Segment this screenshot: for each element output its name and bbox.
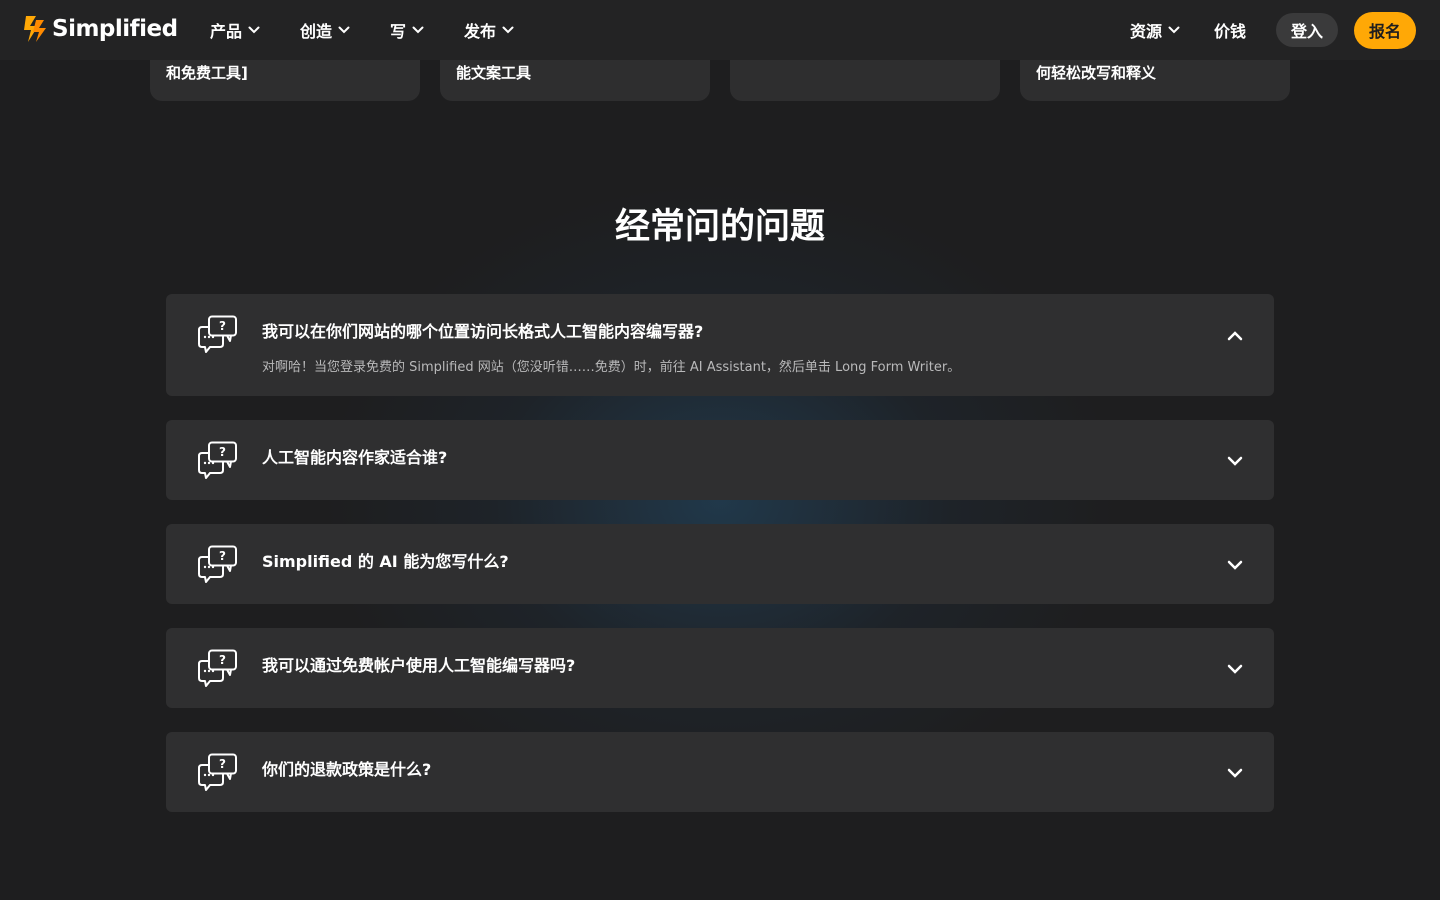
menu-resources-label: 资源	[1129, 22, 1162, 41]
chat-question-icon: ?	[198, 649, 237, 687]
menu-products[interactable]: 产品	[210, 18, 260, 42]
faq-question: 我可以通过免费帐户使用人工智能编写器吗?	[262, 656, 576, 675]
chat-question-icon: ?	[198, 315, 237, 353]
menu-pricing[interactable]: 价钱	[1214, 18, 1246, 42]
faq-question: 我可以在你们网站的哪个位置访问长格式人工智能内容编写器?	[262, 322, 704, 341]
faq-item[interactable]: ? 我可以在你们网站的哪个位置访问长格式人工智能内容编写器? 对啊哈！当您登录免…	[166, 294, 1274, 396]
menu-resources[interactable]: 资源	[1130, 18, 1180, 42]
menu-create[interactable]: 创造	[300, 18, 350, 42]
faq-item[interactable]: ? 人工智能内容作家适合谁?	[166, 420, 1274, 500]
chevron-up-icon[interactable]	[1227, 331, 1243, 341]
menu-publish[interactable]: 发布	[464, 18, 514, 42]
svg-text:?: ?	[219, 319, 226, 333]
svg-text:?: ?	[219, 757, 226, 771]
logo-bolt-icon	[24, 16, 46, 42]
chevron-down-icon[interactable]	[1227, 560, 1243, 570]
brand-name: Simplified	[52, 16, 178, 42]
faq-item[interactable]: ? 我可以通过免费帐户使用人工智能编写器吗?	[166, 628, 1274, 708]
menu-publish-label: 发布	[464, 22, 497, 41]
svg-text:?: ?	[219, 549, 226, 563]
signup-button[interactable]: 报名	[1354, 11, 1416, 49]
faq-question: 你们的退款政策是什么?	[262, 760, 432, 779]
background-glow	[320, 180, 1120, 820]
chevron-down-icon[interactable]	[1227, 456, 1243, 466]
menu-pricing-label: 价钱	[1213, 22, 1246, 41]
faq-title: 经常问的问题	[614, 207, 825, 247]
faq-item[interactable]: ? Simplified 的 AI 能为您写什么?	[166, 524, 1274, 604]
faq-item[interactable]: ? 你们的退款政策是什么?	[166, 732, 1274, 812]
menu-create-label: 创造	[300, 22, 333, 41]
chevron-down-icon	[412, 26, 424, 34]
top-navbar: Simplified 产品 创造 写 发布 资源 价钱 登入 报名	[0, 0, 1440, 60]
main-menu: 产品 创造 写 发布	[210, 0, 554, 60]
chevron-down-icon[interactable]	[1227, 768, 1243, 778]
account-menu: 资源 价钱 登入 报名	[1130, 0, 1416, 60]
chevron-down-icon	[502, 26, 514, 34]
chevron-down-icon	[248, 26, 260, 34]
menu-products-label: 产品	[210, 22, 243, 41]
faq-answer: 对啊哈！当您登录免费的 Simplified 网站（您没听错……免费）时，前往 …	[262, 360, 961, 375]
svg-text:?: ?	[219, 445, 226, 459]
chevron-down-icon[interactable]	[1227, 664, 1243, 674]
brand-logo[interactable]: Simplified	[22, 14, 178, 44]
svg-text:?: ?	[219, 653, 226, 667]
faq-question: 人工智能内容作家适合谁?	[262, 448, 448, 467]
chat-question-icon: ?	[198, 753, 237, 791]
chat-question-icon: ?	[198, 545, 237, 583]
login-button[interactable]: 登入	[1276, 13, 1338, 47]
chat-question-icon: ?	[198, 441, 237, 479]
chevron-down-icon	[1168, 26, 1180, 34]
feature-card-text: 和免费工具]	[166, 64, 248, 82]
chevron-down-icon	[338, 26, 350, 34]
feature-card-text: 能文案工具	[456, 64, 532, 82]
faq-question: Simplified 的 AI 能为您写什么?	[262, 552, 509, 571]
menu-write-label: 写	[390, 22, 407, 41]
feature-card-text: 何轻松改写和释义	[1036, 64, 1157, 82]
menu-write[interactable]: 写	[390, 18, 424, 42]
